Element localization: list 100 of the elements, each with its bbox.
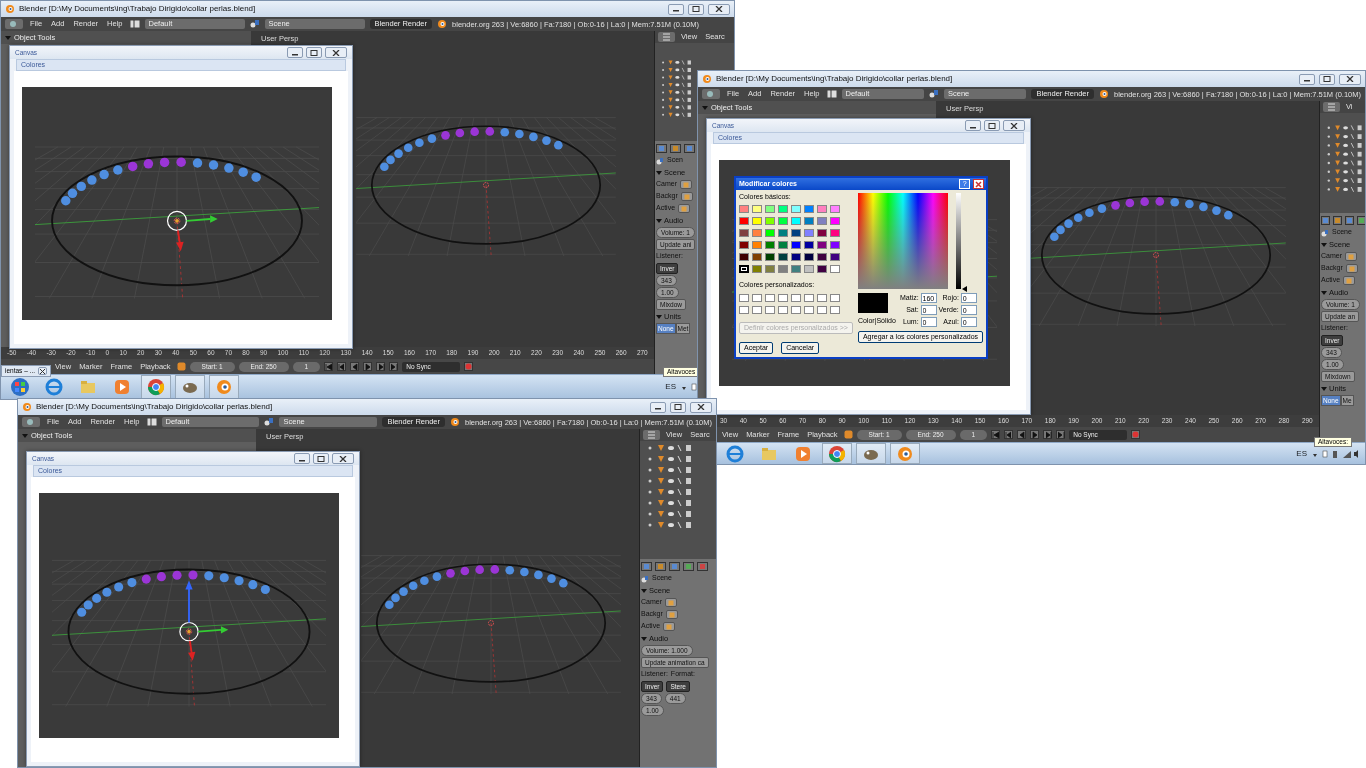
playback-button[interactable] [337, 362, 347, 371]
minimize-button[interactable] [668, 3, 684, 15]
empty-swatch[interactable] [830, 305, 840, 314]
maximize-button[interactable] [670, 401, 686, 413]
color-swatch[interactable] [739, 229, 749, 238]
taskbar-app-button[interactable] [856, 443, 886, 464]
empty-swatch[interactable] [817, 293, 827, 302]
color-swatch[interactable] [830, 241, 840, 250]
empty-swatch[interactable] [752, 305, 762, 314]
color-swatch[interactable] [752, 241, 762, 250]
color-swatch[interactable] [765, 217, 775, 226]
color-swatch[interactable] [739, 205, 749, 214]
color-swatch[interactable] [817, 217, 827, 226]
color-swatch[interactable] [804, 265, 814, 274]
language-indicator[interactable]: ES [1296, 448, 1307, 459]
properties-tab[interactable] [697, 562, 708, 571]
playback-button[interactable] [1004, 430, 1014, 439]
color-swatch[interactable] [778, 229, 788, 238]
editor-type-button[interactable] [5, 19, 23, 29]
color-swatch[interactable] [817, 241, 827, 250]
record-button[interactable] [464, 362, 474, 371]
object-selector[interactable] [1345, 264, 1358, 273]
color-swatch[interactable] [791, 253, 801, 262]
object-selector[interactable] [665, 598, 677, 607]
maximize-button[interactable] [984, 120, 1000, 131]
empty-swatch[interactable] [778, 293, 788, 302]
color-swatch[interactable] [804, 217, 814, 226]
color-swatch[interactable] [804, 205, 814, 214]
close-button[interactable] [1339, 73, 1361, 85]
properties-tab[interactable] [641, 562, 652, 571]
empty-swatch[interactable] [804, 305, 814, 314]
close-button[interactable] [690, 401, 712, 413]
properties-tab[interactable] [1321, 216, 1330, 225]
color-swatch[interactable] [778, 265, 788, 274]
luminance-slider[interactable] [955, 193, 967, 289]
color-swatch[interactable] [765, 253, 775, 262]
object-selector[interactable] [678, 204, 691, 213]
playback-button[interactable] [1030, 430, 1040, 439]
color-swatch[interactable] [804, 229, 814, 238]
object-selector[interactable] [665, 610, 678, 619]
empty-swatch[interactable] [791, 293, 801, 302]
record-button[interactable] [1131, 430, 1141, 439]
color-swatch[interactable] [791, 217, 801, 226]
object-selector[interactable] [1345, 252, 1357, 261]
color-swatch[interactable] [830, 253, 840, 262]
maximize-button[interactable] [306, 47, 322, 58]
playback-button[interactable] [376, 362, 386, 371]
empty-swatch[interactable] [791, 305, 801, 314]
color-swatch[interactable] [739, 217, 749, 226]
object-selector[interactable] [663, 622, 676, 631]
color-swatch[interactable] [778, 217, 788, 226]
properties-tab[interactable] [670, 144, 681, 153]
close-button[interactable] [38, 367, 47, 375]
color-swatch[interactable] [739, 241, 749, 250]
properties-tab[interactable] [669, 562, 680, 571]
empty-swatch[interactable] [752, 293, 762, 302]
editor-type-button[interactable] [658, 32, 675, 42]
color-swatch[interactable] [817, 253, 827, 262]
color-swatch[interactable] [804, 253, 814, 262]
playback-button[interactable] [991, 430, 1001, 439]
empty-swatch[interactable] [830, 293, 840, 302]
color-swatch[interactable] [752, 229, 762, 238]
properties-tab[interactable] [684, 144, 695, 153]
language-indicator[interactable]: ES [665, 382, 676, 392]
properties-tab[interactable] [656, 144, 667, 153]
maximize-button[interactable] [313, 453, 329, 464]
playback-button[interactable] [1043, 430, 1053, 439]
playback-button[interactable] [1056, 430, 1066, 439]
color-swatch[interactable] [791, 241, 801, 250]
color-swatch[interactable] [804, 241, 814, 250]
color-swatch[interactable] [830, 205, 840, 214]
color-swatch[interactable] [765, 241, 775, 250]
editor-type-button[interactable] [1323, 102, 1340, 112]
slider-arrow-icon[interactable] [961, 286, 967, 292]
minimize-button[interactable] [1299, 73, 1315, 85]
minimize-button[interactable] [965, 120, 981, 131]
color-swatch[interactable] [778, 241, 788, 250]
object-selector[interactable] [1343, 276, 1356, 285]
minimize-button[interactable] [650, 401, 666, 413]
object-selector[interactable] [680, 192, 693, 201]
empty-swatch[interactable] [739, 293, 749, 302]
empty-swatch[interactable] [804, 293, 814, 302]
properties-tab[interactable] [655, 562, 666, 571]
playback-button[interactable] [1017, 430, 1027, 439]
empty-swatch[interactable] [765, 293, 775, 302]
color-swatch[interactable] [752, 217, 762, 226]
editor-type-button[interactable] [22, 417, 40, 427]
playback-button[interactable] [389, 362, 399, 371]
editor-type-button[interactable] [702, 89, 720, 99]
taskbar-app-button[interactable] [890, 443, 920, 464]
color-swatch[interactable] [817, 229, 827, 238]
maximize-button[interactable] [1319, 73, 1335, 85]
color-swatch[interactable] [765, 205, 775, 214]
color-swatch[interactable] [765, 229, 775, 238]
close-button[interactable] [708, 3, 730, 15]
color-swatch[interactable] [817, 205, 827, 214]
empty-swatch[interactable] [817, 305, 827, 314]
empty-swatch[interactable] [739, 305, 749, 314]
color-swatch[interactable] [765, 265, 775, 274]
empty-swatch[interactable] [765, 305, 775, 314]
